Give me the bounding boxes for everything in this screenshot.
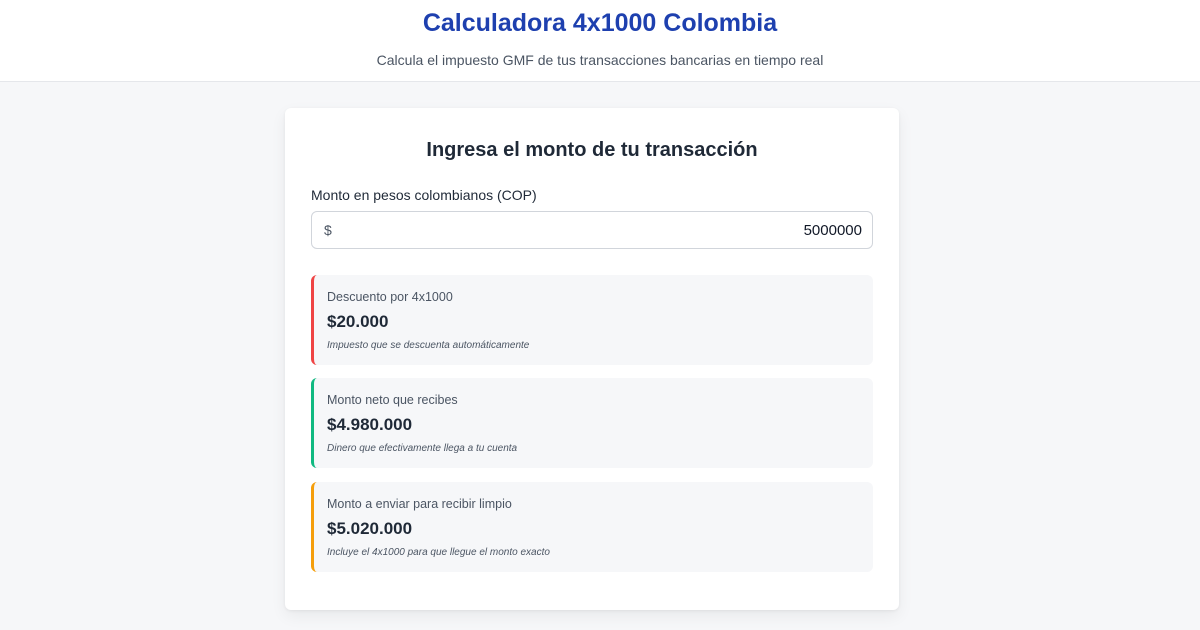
result-card-net: Monto neto que recibes $4.980.000 Dinero…	[311, 378, 873, 468]
result-label: Descuento por 4x1000	[327, 290, 453, 304]
page-subtitle: Calcula el impuesto GMF de tus transacci…	[376, 52, 824, 68]
amount-label: Monto en pesos colombianos (COP)	[311, 187, 537, 203]
result-label: Monto neto que recibes	[327, 393, 458, 407]
result-label: Monto a enviar para recibir limpio	[327, 497, 512, 511]
calculator-heading: Ingresa el monto de tu transacción	[426, 139, 758, 161]
app-header: Calculadora 4x1000 Colombia Calcula el i…	[0, 0, 1200, 82]
amount-input[interactable]	[342, 213, 862, 247]
result-note: Incluye el 4x1000 para que llegue el mon…	[327, 547, 550, 558]
result-note: Impuesto que se descuenta automáticament…	[327, 340, 530, 351]
amount-field[interactable]: $	[311, 211, 873, 249]
result-note: Dinero que efectivamente llega a tu cuen…	[327, 443, 518, 454]
result-value: $4.980.000	[327, 415, 413, 434]
result-card-gross: Monto a enviar para recibir limpio $5.02…	[311, 482, 873, 572]
result-value: $20.000	[327, 312, 389, 331]
calculator-card: Ingresa el monto de tu transacción Monto…	[285, 108, 899, 610]
page-title: Calculadora 4x1000 Colombia	[422, 9, 778, 37]
currency-symbol: $	[324, 222, 332, 238]
result-value: $5.020.000	[327, 519, 413, 538]
result-card-tax: Descuento por 4x1000 $20.000 Impuesto qu…	[311, 275, 873, 365]
